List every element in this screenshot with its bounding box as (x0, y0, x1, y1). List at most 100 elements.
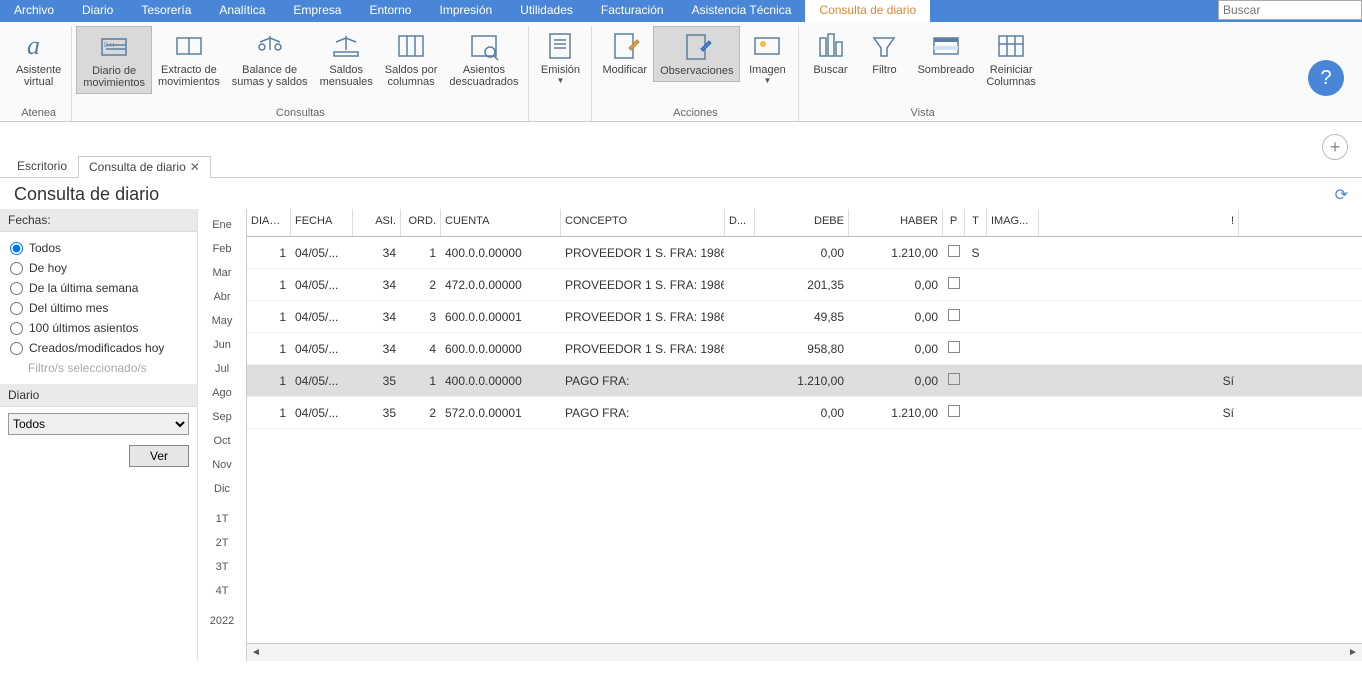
month-jul[interactable]: Jul (198, 357, 246, 381)
menu-asistencia-técnica[interactable]: Asistencia Técnica (678, 0, 806, 22)
column-header[interactable]: P (943, 209, 965, 236)
column-header[interactable]: CONCEPTO (561, 209, 725, 236)
scroll-right-icon[interactable]: ► (1346, 647, 1360, 658)
observaciones-button[interactable]: Observaciones (653, 26, 740, 82)
imagen-label: Imagen (749, 64, 786, 76)
month-3t[interactable]: 3T (198, 555, 246, 579)
radio-de-hoy[interactable]: De hoy (10, 258, 187, 278)
menu-empresa[interactable]: Empresa (279, 0, 355, 22)
add-icon[interactable]: + (1322, 134, 1348, 160)
asientos-descuadrados-button[interactable]: Asientosdescuadrados (443, 26, 524, 92)
month-may[interactable]: May (198, 309, 246, 333)
column-header[interactable]: D... (725, 209, 755, 236)
menu-utilidades[interactable]: Utilidades (506, 0, 587, 22)
menu-consulta-de-diario[interactable]: Consulta de diario (805, 0, 930, 22)
scroll-left-icon[interactable]: ◄ (249, 647, 263, 658)
emision-button[interactable]: Emisión▼ (533, 26, 587, 89)
asistente-virtual-icon: a (23, 30, 55, 62)
cell: 35 (353, 406, 401, 420)
menu-entorno[interactable]: Entorno (355, 0, 425, 22)
saldos-columnas-button[interactable]: Saldos porcolumnas (379, 26, 444, 92)
table-row[interactable]: 104/05/...344600.0.0.00000PROVEEDOR 1 S.… (247, 333, 1362, 365)
checkbox[interactable] (948, 309, 960, 321)
radio-input[interactable] (10, 262, 23, 275)
close-icon[interactable]: ✕ (190, 160, 200, 174)
asistente-virtual-label: Asistentevirtual (16, 64, 61, 88)
tab-consulta-de-diario[interactable]: Consulta de diario✕ (78, 156, 211, 178)
radio-input[interactable] (10, 342, 23, 355)
month-1t[interactable]: 1T (198, 507, 246, 531)
month-2022[interactable]: 2022 (198, 609, 246, 633)
buscar-button[interactable]: Buscar (803, 26, 857, 80)
modificar-button[interactable]: Modificar (596, 26, 653, 80)
menu-analítica[interactable]: Analítica (205, 0, 279, 22)
table-row[interactable]: 104/05/...341400.0.0.00000PROVEEDOR 1 S.… (247, 237, 1362, 269)
menu-impresión[interactable]: Impresión (425, 0, 506, 22)
horizontal-scrollbar[interactable]: ◄ ► (247, 643, 1362, 661)
month-ago[interactable]: Ago (198, 381, 246, 405)
radio-input[interactable] (10, 302, 23, 315)
search-input[interactable] (1219, 1, 1361, 19)
column-header[interactable]: HABER (849, 209, 943, 236)
column-header[interactable]: ORD. (401, 209, 441, 236)
month-ene[interactable]: Ene (198, 213, 246, 237)
checkbox[interactable] (948, 373, 960, 385)
menu-diario[interactable]: Diario (68, 0, 127, 22)
month-sep[interactable]: Sep (198, 405, 246, 429)
asistente-virtual-button[interactable]: aAsistentevirtual (10, 26, 67, 92)
column-header[interactable]: CUENTA (441, 209, 561, 236)
table-row[interactable]: 104/05/...343600.0.0.00001PROVEEDOR 1 S.… (247, 301, 1362, 333)
radio-creados-modificados-hoy[interactable]: Creados/modificados hoy (10, 338, 187, 358)
month-nov[interactable]: Nov (198, 453, 246, 477)
radio-del-último-mes[interactable]: Del último mes (10, 298, 187, 318)
month-mar[interactable]: Mar (198, 261, 246, 285)
column-header[interactable]: FECHA (291, 209, 353, 236)
column-header[interactable]: T (965, 209, 987, 236)
ver-button[interactable]: Ver (129, 445, 189, 467)
emision-label: Emisión (541, 64, 580, 76)
saldos-mensuales-button[interactable]: Saldosmensuales (314, 26, 379, 92)
sombreado-button[interactable]: Sombreado (911, 26, 980, 80)
column-header[interactable]: DIAR... (247, 209, 291, 236)
radio-todos[interactable]: Todos (10, 238, 187, 258)
search-box[interactable] (1218, 0, 1362, 20)
table-row[interactable]: 104/05/...342472.0.0.00000PROVEEDOR 1 S.… (247, 269, 1362, 301)
month-abr[interactable]: Abr (198, 285, 246, 309)
table-row[interactable]: 104/05/...352572.0.0.00001PAGO FRA:0,001… (247, 397, 1362, 429)
tab-escritorio[interactable]: Escritorio (6, 155, 78, 177)
menu-archivo[interactable]: Archivo (0, 0, 68, 22)
column-header[interactable]: DEBE (755, 209, 849, 236)
checkbox[interactable] (948, 405, 960, 417)
refresh-icon[interactable]: ⟳ (1335, 185, 1348, 205)
checkbox[interactable] (948, 245, 960, 257)
filter-selected: Filtro/s seleccionado/s (10, 358, 187, 378)
column-header[interactable]: ! (1039, 209, 1239, 236)
menu-facturación[interactable]: Facturación (587, 0, 678, 22)
checkbox[interactable] (948, 277, 960, 289)
month-dic[interactable]: Dic (198, 477, 246, 501)
radio-input[interactable] (10, 322, 23, 335)
imagen-button[interactable]: Imagen▼ (740, 26, 794, 89)
month-4t[interactable]: 4T (198, 579, 246, 603)
help-icon[interactable]: ? (1308, 60, 1344, 96)
radio-label: Todos (29, 241, 61, 255)
balance-sumas-saldos-button[interactable]: Balance desumas y saldos (226, 26, 314, 92)
table-row[interactable]: 104/05/...351400.0.0.00000PAGO FRA:1.210… (247, 365, 1362, 397)
column-header[interactable]: IMAG... (987, 209, 1039, 236)
column-header[interactable]: ASI. (353, 209, 401, 236)
month-feb[interactable]: Feb (198, 237, 246, 261)
menu-tesorería[interactable]: Tesorería (127, 0, 205, 22)
checkbox[interactable] (948, 341, 960, 353)
diario-movimientos-button[interactable]: D HDiario demovimientos (76, 26, 152, 94)
month-oct[interactable]: Oct (198, 429, 246, 453)
radio-input[interactable] (10, 282, 23, 295)
month-jun[interactable]: Jun (198, 333, 246, 357)
filtro-button[interactable]: Filtro (857, 26, 911, 80)
radio-input[interactable] (10, 242, 23, 255)
radio-de-la-última-semana[interactable]: De la última semana (10, 278, 187, 298)
month-2t[interactable]: 2T (198, 531, 246, 555)
radio-100-últimos-asientos[interactable]: 100 últimos asientos (10, 318, 187, 338)
reiniciar-columnas-button[interactable]: ReiniciarColumnas (980, 26, 1042, 92)
extracto-movimientos-button[interactable]: Extracto demovimientos (152, 26, 226, 92)
diario-select[interactable]: Todos (8, 413, 189, 435)
